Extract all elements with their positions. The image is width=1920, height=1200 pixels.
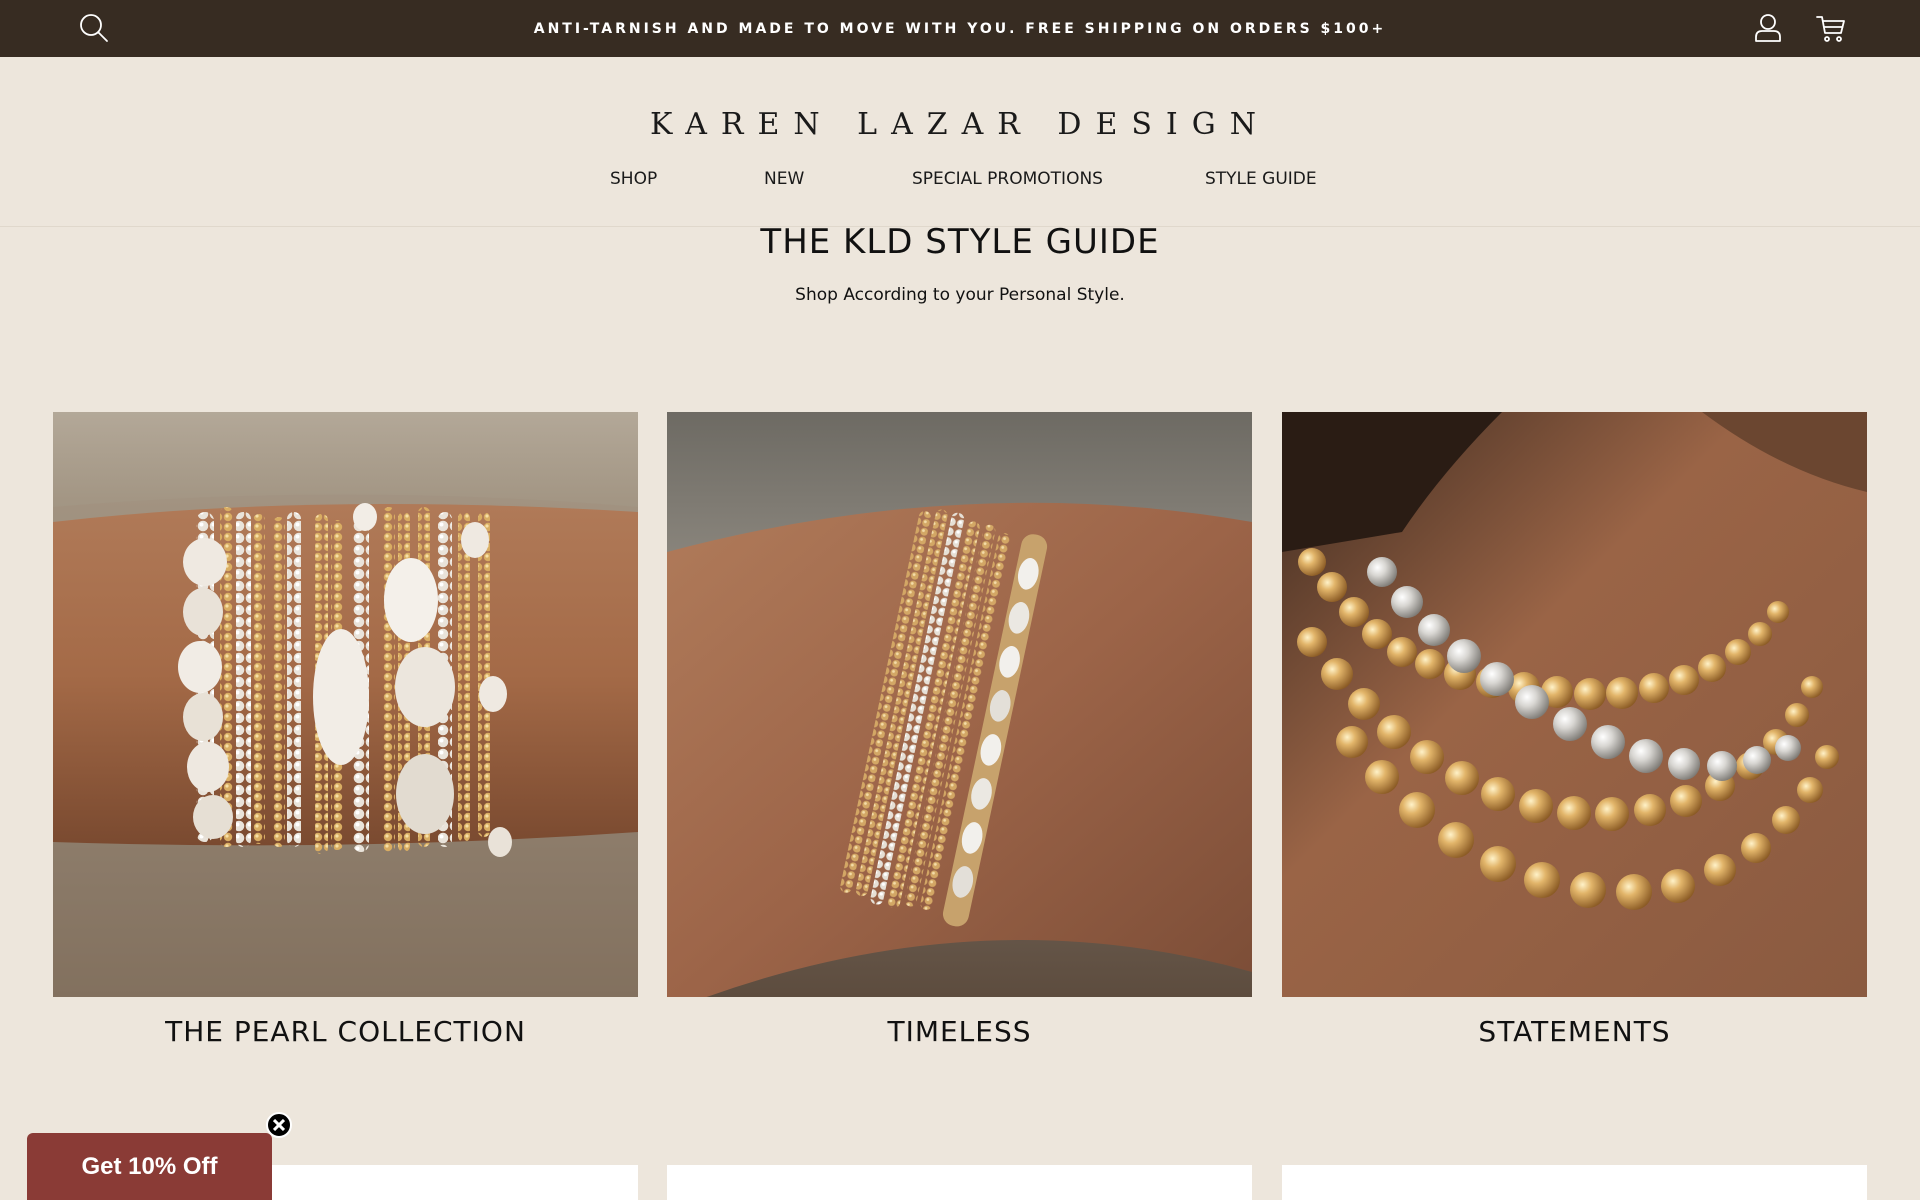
site-header: KAREN LAZAR DESIGN SHOP NEW SPECIAL PROM… [0, 57, 1920, 227]
collection-card-placeholder[interactable] [1282, 1165, 1867, 1200]
nav-item-shop[interactable]: SHOP [610, 169, 657, 189]
timeless-bracelets-image [667, 412, 1252, 997]
discount-popup-button[interactable]: Get 10% Off [27, 1133, 272, 1200]
close-icon[interactable] [266, 1112, 292, 1138]
statement-necklaces-image [1282, 412, 1867, 997]
site-logo[interactable]: KAREN LAZAR DESIGN [0, 107, 1920, 142]
pearl-bracelets-image [53, 412, 638, 997]
account-icon[interactable] [1752, 12, 1784, 44]
announcement-bar: ANTI-TARNISH AND MADE TO MOVE WITH YOU. … [0, 0, 1920, 57]
page-subtitle: Shop According to your Personal Style. [795, 285, 1125, 305]
collection-card-statements[interactable]: STATEMENTS [1282, 412, 1867, 1048]
cart-icon[interactable] [1815, 12, 1847, 44]
collection-card-timeless[interactable]: TIMELESS [667, 412, 1252, 1048]
nav-item-new[interactable]: NEW [764, 169, 804, 189]
collection-card-pearl[interactable]: THE PEARL COLLECTION [53, 412, 638, 1048]
search-icon[interactable] [78, 12, 110, 44]
collection-card-placeholder[interactable] [667, 1165, 1252, 1200]
nav-item-special-promotions[interactable]: SPECIAL PROMOTIONS [912, 169, 1103, 189]
announcement-text: ANTI-TARNISH AND MADE TO MOVE WITH YOU. … [533, 20, 1387, 37]
nav-item-style-guide[interactable]: STYLE GUIDE [1205, 169, 1317, 189]
collection-label-statements: STATEMENTS [1478, 1015, 1671, 1048]
page-title: THE KLD STYLE GUIDE [760, 222, 1160, 262]
collection-label-pearl: THE PEARL COLLECTION [165, 1015, 526, 1048]
collection-label-timeless: TIMELESS [887, 1015, 1032, 1048]
